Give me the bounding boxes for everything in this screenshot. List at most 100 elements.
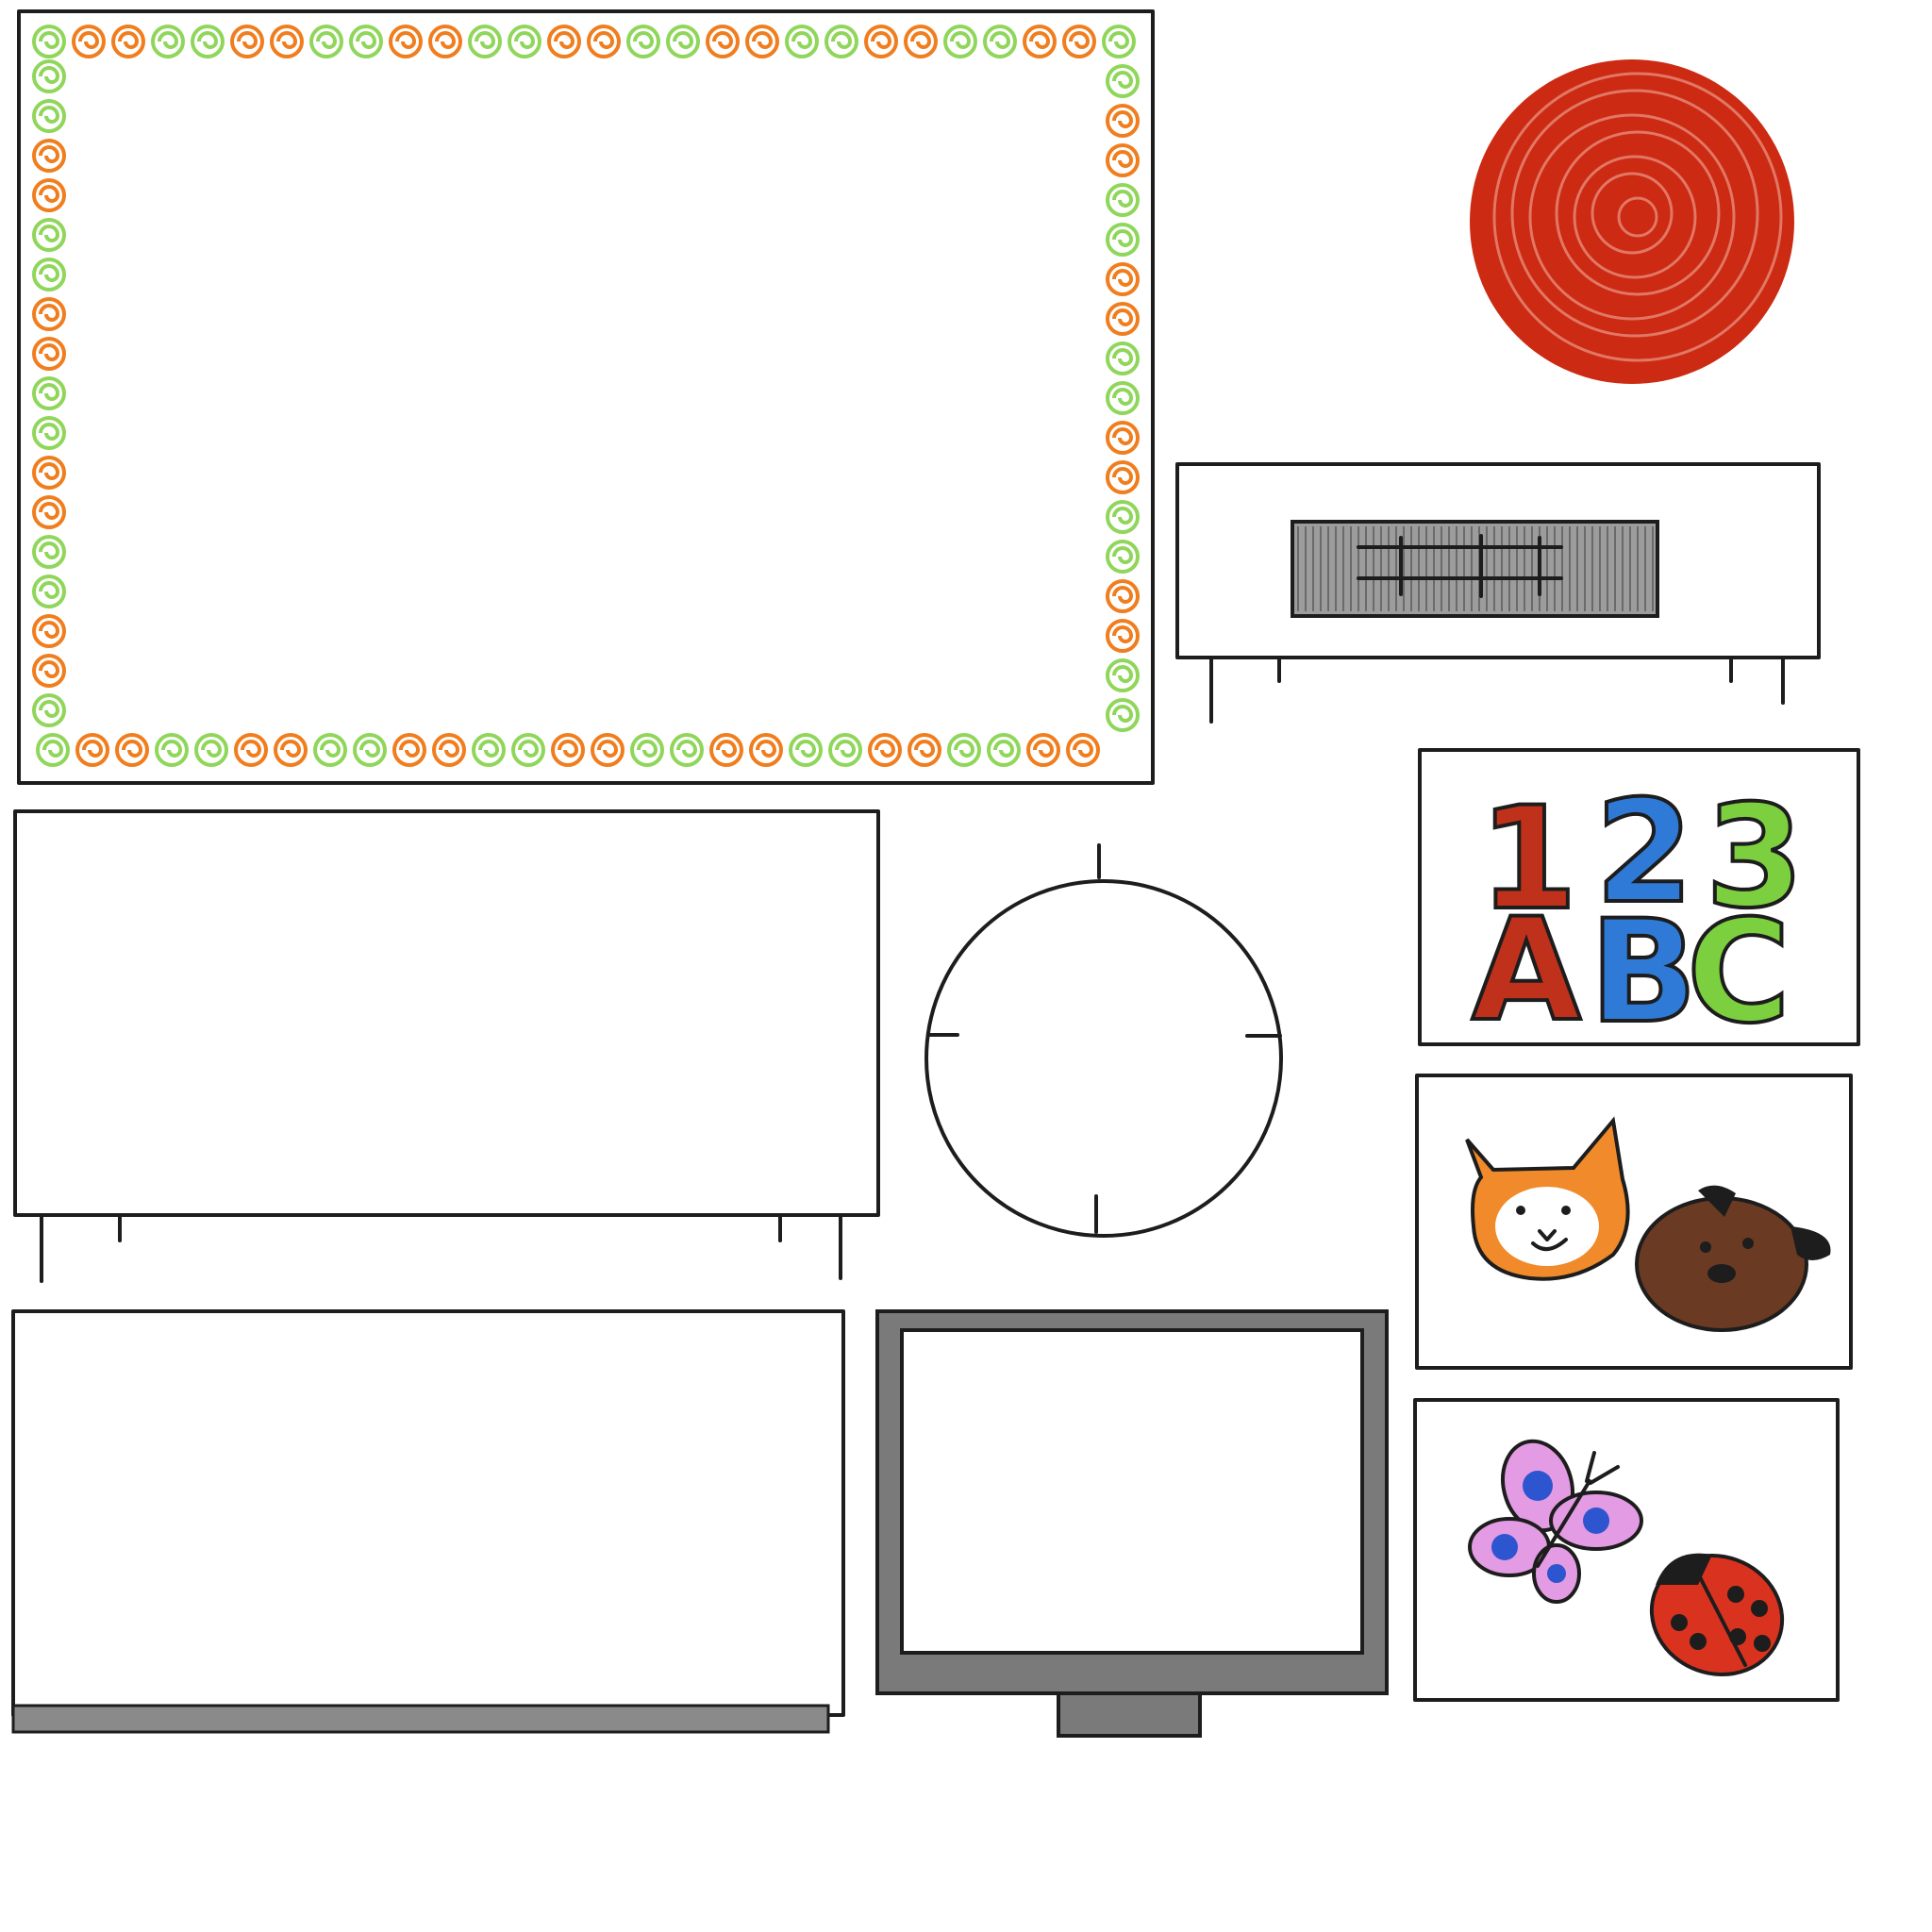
swirl-73 (32, 654, 67, 688)
swirl-65 (274, 733, 308, 767)
swirl-26 (1062, 25, 1097, 58)
classroom-wall-sheet: 1 2 3 A B C (11, 9, 1860, 1738)
swirl-79 (32, 416, 67, 450)
bulletin-board-swirl-border (32, 25, 1141, 767)
screen-display (900, 1328, 1364, 1655)
cat-face (1465, 1116, 1630, 1281)
swirl-6 (270, 25, 305, 58)
dog-eye-left (1700, 1241, 1711, 1253)
swirl-46 (1026, 733, 1061, 767)
swirl-10 (428, 25, 463, 58)
swirl-58 (551, 733, 586, 767)
swirl-61 (432, 733, 467, 767)
swirl-48 (947, 733, 982, 767)
swirl-40 (1106, 540, 1141, 574)
swirl-11 (468, 25, 503, 58)
swirl-23 (943, 25, 978, 58)
ladybug-shell (1649, 1554, 1785, 1676)
swirl-16 (666, 25, 701, 58)
swirl-53 (749, 733, 784, 767)
swirl-9 (389, 25, 424, 58)
swirl-21 (864, 25, 899, 58)
cat-eye-left (1516, 1206, 1525, 1215)
screen-stand (1057, 1691, 1202, 1738)
swirl-35 (1106, 341, 1141, 375)
swirl-70 (75, 733, 110, 767)
side-table (1175, 462, 1821, 724)
ladybug-spot-5 (1729, 1628, 1746, 1645)
ladybug-spot-2 (1690, 1633, 1707, 1650)
ladybug (1649, 1553, 1785, 1676)
swirl-4 (191, 25, 225, 58)
swirl-80 (32, 376, 67, 410)
swirl-88 (32, 59, 67, 93)
swirl-38 (1106, 460, 1141, 494)
swirl-8 (349, 25, 384, 58)
swirl-20 (824, 25, 859, 58)
swirl-55 (670, 733, 705, 767)
swirl-54 (709, 733, 744, 767)
swirl-52 (789, 733, 824, 767)
swirl-2 (111, 25, 146, 58)
swirl-3 (151, 25, 186, 58)
red-rug (1470, 59, 1794, 384)
swirl-59 (511, 733, 546, 767)
swirl-81 (32, 337, 67, 371)
bulletin-board (17, 9, 1155, 785)
swirl-62 (392, 733, 427, 767)
swirl-33 (1106, 262, 1141, 296)
wall-clock (924, 843, 1283, 1238)
swirl-0 (32, 25, 67, 58)
letter-b: B (1590, 891, 1697, 1055)
swirl-37 (1106, 421, 1141, 455)
swirl-72 (32, 693, 67, 727)
swirl-68 (155, 733, 190, 767)
swirl-67 (194, 733, 229, 767)
swirl-66 (234, 733, 269, 767)
swirl-17 (706, 25, 741, 58)
swirl-30 (1106, 143, 1141, 177)
swirl-74 (32, 614, 67, 648)
swirl-75 (32, 575, 67, 608)
cat-eye-right (1561, 1206, 1571, 1215)
swirl-64 (313, 733, 348, 767)
swirl-87 (32, 99, 67, 133)
swirl-15 (626, 25, 661, 58)
swirl-51 (828, 733, 863, 767)
dog-eye-right (1742, 1238, 1754, 1249)
large-table-top (13, 809, 880, 1217)
swirl-36 (1106, 381, 1141, 415)
swirl-83 (32, 258, 67, 291)
swirl-42 (1106, 619, 1141, 653)
swirl-82 (32, 297, 67, 331)
swirl-50 (868, 733, 903, 767)
ladybug-spot-3 (1727, 1586, 1744, 1603)
swirl-24 (983, 25, 1018, 58)
swirl-43 (1106, 658, 1141, 692)
low-cabinet-top (11, 1309, 845, 1717)
clock-face (924, 879, 1283, 1238)
swirl-7 (309, 25, 344, 58)
swirl-14 (587, 25, 622, 58)
butterfly-spot-1 (1523, 1471, 1553, 1501)
ladybug-spot-6 (1754, 1635, 1771, 1652)
swirl-28 (1106, 64, 1141, 98)
swirl-56 (630, 733, 665, 767)
swirl-29 (1106, 104, 1141, 138)
swirl-77 (32, 495, 67, 529)
letter-c: C (1687, 891, 1790, 1055)
butterfly-spot-3 (1491, 1534, 1518, 1560)
swirl-86 (32, 139, 67, 173)
butterfly-spot-4 (1547, 1564, 1566, 1583)
butterfly-antennae (1585, 1451, 1620, 1485)
swirl-63 (353, 733, 388, 767)
swirl-78 (32, 456, 67, 490)
swirl-27 (1102, 25, 1137, 58)
low-cabinet-shadow-base (11, 1704, 830, 1734)
swirl-5 (230, 25, 265, 58)
swirl-39 (1106, 500, 1141, 534)
swirl-57 (591, 733, 625, 767)
swirl-71 (36, 733, 71, 767)
large-table (13, 809, 880, 1283)
swirl-45 (1066, 733, 1101, 767)
